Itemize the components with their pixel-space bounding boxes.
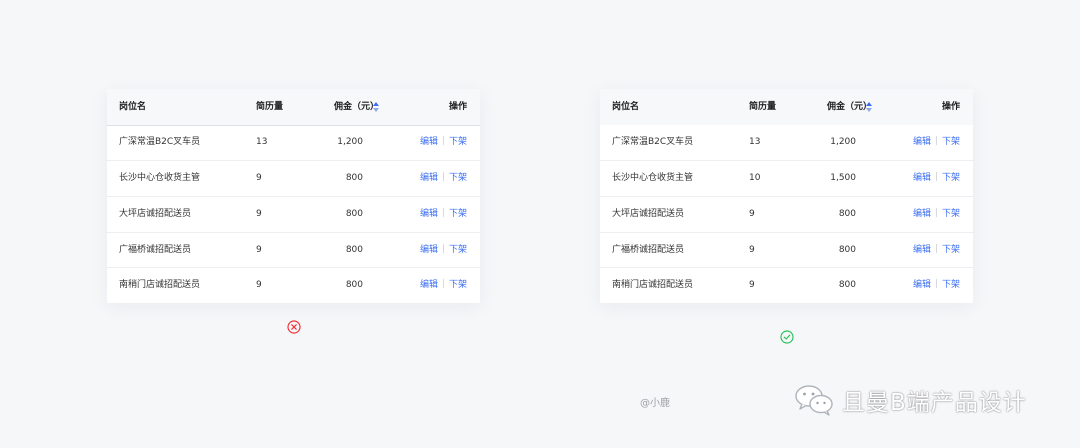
cell-commission: 800 — [838, 245, 856, 255]
divider — [442, 279, 444, 288]
cell-commission: 800 — [838, 280, 856, 290]
table-row: 大坪店诚招配送员 9 800 编辑 下架 — [600, 196, 973, 232]
cell-actions: 编辑 下架 — [420, 268, 467, 303]
cell-commission: 800 — [345, 209, 363, 219]
cell-commission: 1,500 — [830, 173, 856, 183]
header-resumes: 简历量 — [256, 102, 284, 112]
cell-actions: 编辑 下架 — [913, 197, 960, 232]
divider — [442, 208, 444, 217]
author-credit: @小鹿 — [640, 398, 670, 409]
cell-actions: 编辑 下架 — [420, 197, 467, 232]
table-row: 广深常温B2C叉车员 13 1,200 编辑 下架 — [107, 125, 480, 160]
divider — [935, 244, 937, 253]
divider — [935, 172, 937, 181]
cell-commission: 1,200 — [337, 137, 363, 147]
table-row: 长沙中心仓收货主管 9 800 编辑 下架 — [107, 160, 480, 196]
divider — [442, 136, 444, 145]
cell-resumes: 10 — [749, 173, 761, 183]
offline-link[interactable]: 下架 — [942, 245, 960, 255]
table-row: 长沙中心仓收货主管 10 1,500 编辑 下架 — [600, 160, 973, 196]
edit-link[interactable]: 编辑 — [913, 173, 931, 183]
edit-link[interactable]: 编辑 — [913, 209, 931, 219]
divider — [935, 136, 937, 145]
header-actions: 操作 — [941, 102, 960, 112]
sort-icon[interactable] — [866, 102, 872, 112]
cell-resumes: 9 — [749, 245, 755, 255]
edit-link[interactable]: 编辑 — [913, 280, 931, 290]
cell-resumes: 9 — [256, 280, 262, 290]
cell-name: 大坪店诚招配送员 — [119, 209, 192, 219]
close-circle-icon — [287, 319, 301, 334]
check-circle-icon — [780, 329, 794, 344]
table-right-example: 岗位名 简历量 佣金（元） 操作 广深常温B2C叉车员 13 1,200 编辑下… — [600, 89, 973, 303]
table-row: 大坪店诚招配送员 9 800 编辑 下架 — [107, 196, 480, 232]
cell-resumes: 9 — [749, 209, 755, 219]
table-row: 南稍门店诚招配送员 9 800 编辑 下架 — [600, 267, 973, 303]
header-actions: 操作 — [448, 102, 467, 112]
cell-name: 广福桥诚招配送员 — [612, 245, 685, 255]
cell-resumes: 9 — [749, 280, 755, 290]
cell-commission: 1,200 — [830, 137, 856, 147]
offline-link[interactable]: 下架 — [942, 137, 960, 147]
divider — [442, 244, 444, 253]
edit-link[interactable]: 编辑 — [420, 209, 438, 219]
offline-link[interactable]: 下架 — [942, 280, 960, 290]
sort-icon[interactable] — [373, 102, 379, 112]
divider — [442, 172, 444, 181]
cell-name: 长沙中心仓收货主管 — [119, 173, 201, 183]
cell-commission: 800 — [345, 280, 363, 290]
cell-actions: 编辑 下架 — [420, 125, 467, 160]
cell-actions: 编辑 下架 — [420, 161, 467, 196]
cell-name: 南稍门店诚招配送员 — [612, 280, 694, 290]
cell-actions: 编辑 下架 — [420, 233, 467, 268]
table-row: 广深常温B2C叉车员 13 1,200 编辑 下架 — [600, 125, 973, 160]
offline-link[interactable]: 下架 — [449, 173, 467, 183]
cell-resumes: 9 — [256, 173, 262, 183]
edit-link[interactable]: 编辑 — [420, 137, 438, 147]
header-resumes: 简历量 — [749, 102, 777, 112]
cell-commission: 800 — [345, 173, 363, 183]
brand-name: 且曼B端产品设计 — [842, 390, 1027, 416]
cell-resumes: 13 — [749, 137, 761, 147]
offline-link[interactable]: 下架 — [449, 280, 467, 290]
divider — [935, 208, 937, 217]
cell-resumes: 9 — [256, 245, 262, 255]
table-row: 广福桥诚招配送员 9 800 编辑 下架 — [600, 232, 973, 268]
cell-actions: 编辑 下架 — [913, 161, 960, 196]
table-header: 岗位名 简历量 佣金（元） 操作 — [107, 89, 480, 126]
cell-commission: 800 — [838, 209, 856, 219]
offline-link[interactable]: 下架 — [449, 209, 467, 219]
table-row: 南稍门店诚招配送员 9 800 编辑 下架 — [107, 267, 480, 303]
cell-resumes: 9 — [256, 209, 262, 219]
wechat-icon — [794, 382, 834, 418]
edit-link[interactable]: 编辑 — [420, 173, 438, 183]
cell-commission: 800 — [345, 245, 363, 255]
divider — [935, 279, 937, 288]
cell-name: 大坪店诚招配送员 — [612, 209, 685, 219]
table-header: 岗位名 简历量 佣金（元） 操作 — [600, 89, 973, 125]
cell-name: 广深常温B2C叉车员 — [119, 137, 201, 147]
header-name: 岗位名 — [612, 102, 640, 112]
cell-name: 南稍门店诚招配送员 — [119, 280, 201, 290]
table-wrong-example: 岗位名 简历量 佣金（元） 操作 广深常温B2C叉车员 13 1,200 编辑下… — [107, 89, 480, 303]
cell-name: 广福桥诚招配送员 — [119, 245, 192, 255]
cell-actions: 编辑 下架 — [913, 125, 960, 160]
edit-link[interactable]: 编辑 — [420, 245, 438, 255]
edit-link[interactable]: 编辑 — [913, 137, 931, 147]
offline-link[interactable]: 下架 — [942, 209, 960, 219]
cell-actions: 编辑 下架 — [913, 233, 960, 268]
cell-name: 长沙中心仓收货主管 — [612, 173, 694, 183]
offline-link[interactable]: 下架 — [449, 245, 467, 255]
brand-watermark: 且曼B端产品设计 — [794, 382, 1027, 418]
edit-link[interactable]: 编辑 — [913, 245, 931, 255]
cell-resumes: 13 — [256, 137, 268, 147]
edit-link[interactable]: 编辑 — [420, 280, 438, 290]
offline-link[interactable]: 下架 — [942, 173, 960, 183]
table-row: 广福桥诚招配送员 9 800 编辑 下架 — [107, 232, 480, 268]
header-name: 岗位名 — [119, 102, 147, 112]
cell-actions: 编辑 下架 — [913, 268, 960, 303]
cell-name: 广深常温B2C叉车员 — [612, 137, 694, 147]
offline-link[interactable]: 下架 — [449, 137, 467, 147]
